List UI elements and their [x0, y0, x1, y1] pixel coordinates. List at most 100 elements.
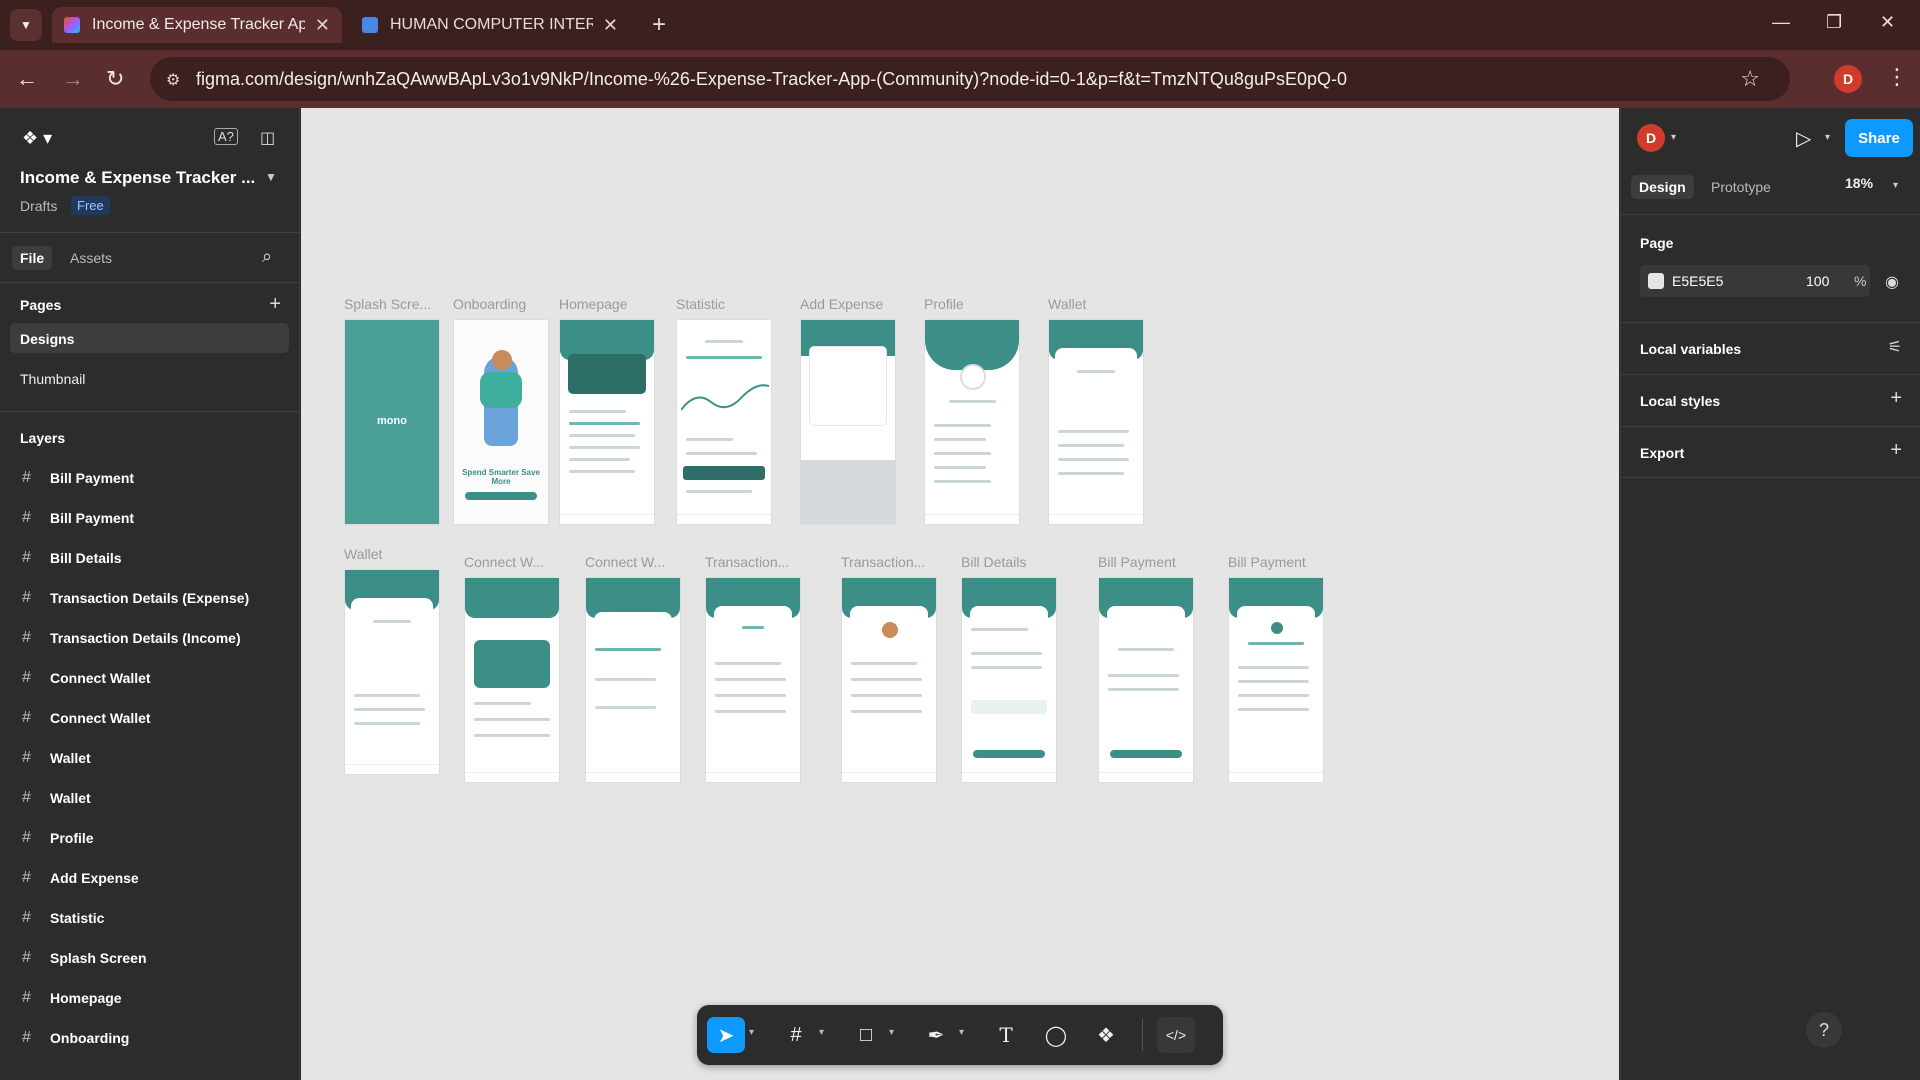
layer-item[interactable]: # Splash Screen	[0, 938, 299, 978]
shape-tool[interactable]: □	[847, 1017, 885, 1053]
reload-button[interactable]: ↻	[106, 66, 124, 92]
bookmark-star-icon[interactable]: ☆	[1740, 66, 1760, 92]
variables-icon[interactable]: ⚟	[1888, 337, 1902, 357]
chevron-down-icon[interactable]: ▾	[1671, 132, 1676, 143]
frame-label[interactable]: Splash Scre...	[344, 296, 431, 312]
frame-label[interactable]: Bill Payment	[1098, 554, 1176, 570]
frame-label[interactable]: Add Expense	[800, 296, 883, 312]
forward-button[interactable]: →	[62, 66, 84, 92]
add-style-icon[interactable]: +	[1890, 387, 1902, 410]
frame-connect-wallet-1[interactable]	[464, 577, 560, 783]
frame-label[interactable]: Bill Details	[961, 554, 1026, 570]
tab-hci-doc[interactable]: HUMAN COMPUTER INTERACTI ✕	[350, 7, 630, 43]
frame-wallet[interactable]	[1048, 319, 1144, 525]
dev-mode-toggle[interactable]: </>	[1157, 1017, 1195, 1053]
frame-label[interactable]: Wallet	[1048, 296, 1086, 312]
frame-label[interactable]: Wallet	[344, 546, 382, 562]
chevron-down-icon[interactable]: ▾	[1893, 180, 1898, 191]
frame-splash-screen[interactable]: mono	[344, 319, 440, 525]
back-button[interactable]: ←	[16, 66, 38, 92]
ai-icon[interactable]: A?	[214, 128, 238, 145]
frame-label[interactable]: Connect W...	[464, 554, 544, 570]
site-info-icon[interactable]: ⚙	[166, 70, 180, 90]
figma-menu-icon[interactable]: ❖ ▾	[22, 128, 52, 149]
frame-bill-payment-2[interactable]	[1228, 577, 1324, 783]
close-icon[interactable]: ✕	[315, 15, 330, 36]
browser-menu-icon[interactable]: ⋮	[1886, 64, 1908, 90]
tab-assets[interactable]: Assets	[62, 246, 120, 270]
layer-item[interactable]: # Transaction Details (Income)	[0, 618, 299, 658]
layer-item[interactable]: # Wallet	[0, 778, 299, 818]
zoom-level[interactable]: 18%	[1845, 175, 1873, 191]
frame-bill-details[interactable]	[961, 577, 1057, 783]
frame-add-expense[interactable]	[800, 319, 896, 525]
layer-item[interactable]: # Connect Wallet	[0, 658, 299, 698]
close-window-button[interactable]: ✕	[1880, 12, 1895, 33]
new-tab-button[interactable]: +	[652, 11, 666, 39]
frame-connect-wallet-2[interactable]	[585, 577, 681, 783]
eye-icon[interactable]: ◉	[1885, 272, 1899, 292]
frame-profile[interactable]	[924, 319, 1020, 525]
chevron-down-icon[interactable]: ▾	[819, 1027, 824, 1038]
chevron-down-icon[interactable]: ▼	[265, 170, 277, 184]
chevron-down-icon[interactable]: ▾	[889, 1027, 894, 1038]
tab-search-button[interactable]: ▼	[10, 9, 42, 41]
search-icon[interactable]: ⌕	[262, 246, 272, 267]
avatar[interactable]: D	[1637, 124, 1665, 152]
browser-profile-avatar[interactable]: D	[1834, 65, 1862, 93]
chevron-down-icon[interactable]: ▾	[959, 1027, 964, 1038]
color-swatch[interactable]	[1648, 273, 1664, 289]
layer-item[interactable]: # Wallet	[0, 738, 299, 778]
tab-prototype[interactable]: Prototype	[1703, 175, 1779, 199]
layer-item[interactable]: # Statistic	[0, 898, 299, 938]
frame-label[interactable]: Connect W...	[585, 554, 665, 570]
frame-homepage[interactable]	[559, 319, 655, 525]
project-title[interactable]: Income & Expense Tracker ...	[20, 168, 255, 188]
hex-value[interactable]: E5E5E5	[1672, 273, 1723, 289]
frame-label[interactable]: Transaction...	[705, 554, 789, 570]
close-icon[interactable]: ✕	[603, 15, 618, 36]
page-thumbnail[interactable]: Thumbnail	[10, 363, 289, 393]
layer-item[interactable]: # Transaction Details (Expense)	[0, 578, 299, 618]
share-button[interactable]: Share	[1845, 119, 1913, 157]
frame-tool[interactable]: #	[777, 1017, 815, 1053]
actions-tool[interactable]: ❖	[1087, 1017, 1125, 1053]
layer-item[interactable]: # Add Expense	[0, 858, 299, 898]
url-field[interactable]: ⚙ figma.com/design/wnhZaQAwwBApLv3o1v9Nk…	[150, 57, 1790, 101]
page-designs[interactable]: Designs	[10, 323, 289, 353]
frame-statistic[interactable]	[676, 319, 772, 525]
layer-item[interactable]: # Bill Payment	[0, 458, 299, 498]
frame-onboarding[interactable]: Spend Smarter Save More	[453, 319, 549, 525]
layer-item[interactable]: # Bill Payment	[0, 498, 299, 538]
frame-label[interactable]: Profile	[924, 296, 964, 312]
frame-label[interactable]: Onboarding	[453, 296, 526, 312]
opacity-value[interactable]: 100	[1806, 273, 1829, 289]
chevron-down-icon[interactable]: ▾	[1825, 132, 1830, 143]
frame-label[interactable]: Homepage	[559, 296, 628, 312]
tab-income-expense[interactable]: Income & Expense Tracker App ✕	[52, 7, 342, 43]
export-section[interactable]: Export +	[1621, 426, 1920, 478]
frame-wallet-2[interactable]	[344, 569, 440, 775]
text-tool[interactable]: T	[987, 1017, 1025, 1053]
minimize-button[interactable]: —	[1772, 12, 1790, 33]
layer-item[interactable]: # Profile	[0, 818, 299, 858]
chevron-down-icon[interactable]: ▾	[749, 1027, 754, 1038]
page-color-field[interactable]: E5E5E5 100 %	[1640, 265, 1870, 297]
layer-item[interactable]: # Connect Wallet	[0, 698, 299, 738]
local-variables-section[interactable]: Local variables ⚟	[1621, 322, 1920, 374]
frame-bill-payment-1[interactable]	[1098, 577, 1194, 783]
restore-button[interactable]: ❐	[1826, 12, 1842, 33]
frame-label[interactable]: Bill Payment	[1228, 554, 1306, 570]
layer-item[interactable]: # Homepage	[0, 978, 299, 1018]
add-export-icon[interactable]: +	[1890, 439, 1902, 462]
layer-item[interactable]: # Bill Details	[0, 538, 299, 578]
frame-label[interactable]: Transaction...	[841, 554, 925, 570]
help-button[interactable]: ?	[1806, 1012, 1842, 1048]
design-canvas[interactable]: Splash Scre... Onboarding Homepage Stati…	[301, 108, 1619, 1080]
tab-design[interactable]: Design	[1631, 175, 1694, 199]
frame-transaction-income[interactable]	[705, 577, 801, 783]
local-styles-section[interactable]: Local styles +	[1621, 374, 1920, 426]
sidebar-toggle-icon[interactable]: ◫	[260, 128, 275, 148]
add-page-icon[interactable]: +	[269, 293, 281, 316]
layer-item[interactable]: # Onboarding	[0, 1018, 299, 1058]
